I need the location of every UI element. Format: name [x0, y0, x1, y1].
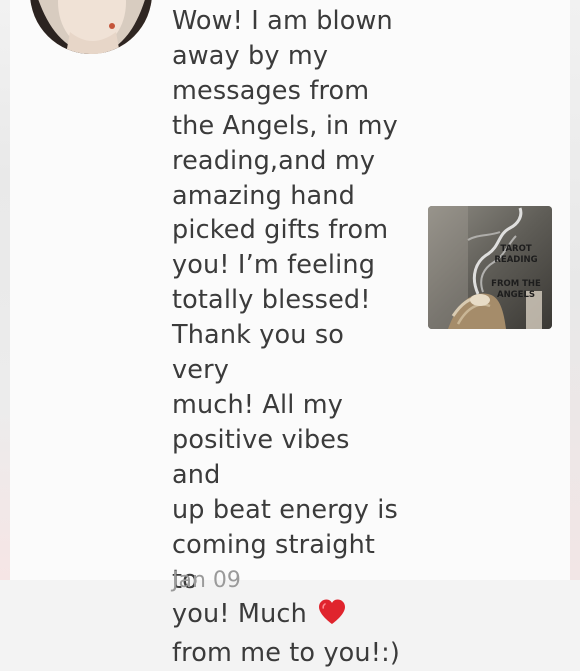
thumbnail-title-line-3: FROM THE — [491, 279, 541, 289]
thumbnail-title-line-1: TAROT — [500, 244, 532, 254]
comment-card: Wow! I am blown away by my messages from… — [10, 0, 570, 668]
avatar[interactable] — [30, 0, 152, 54]
heart-icon — [317, 598, 347, 636]
listing-thumbnail[interactable]: TAROT READING FROM THE ANGELS — [428, 206, 552, 329]
left-edge-gutter — [0, 0, 10, 580]
thumbnail-title-line-4: ANGELS — [496, 290, 535, 300]
comment-timestamp: Jan 09 — [172, 568, 241, 593]
thumbnail-title-line-2: READING — [494, 255, 538, 265]
avatar-photo — [30, 0, 152, 54]
right-edge-gutter — [570, 0, 580, 580]
comment-body-end: from me to you!:) — [172, 638, 400, 669]
sage-smoke-photo — [428, 206, 552, 329]
comment-body: Wow! I am blown away by my messages from… — [172, 6, 398, 630]
